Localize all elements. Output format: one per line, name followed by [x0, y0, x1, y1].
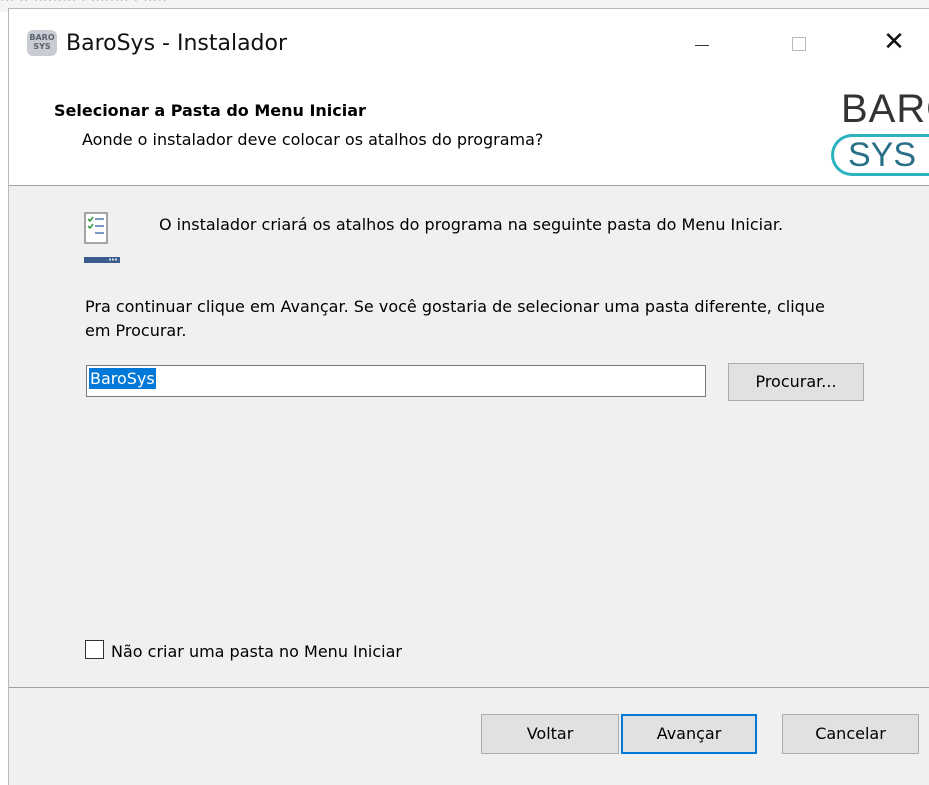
next-button[interactable]: Avançar — [621, 714, 757, 754]
cancel-button[interactable]: Cancelar — [782, 714, 919, 754]
window-title: BaroSys - Instalador — [66, 31, 288, 56]
minimize-icon[interactable] — [679, 23, 725, 63]
instruction-text: Pra continuar clique em Avançar. Se você… — [85, 297, 825, 340]
close-icon[interactable]: ✕ — [871, 23, 917, 63]
page-title: Selecionar a Pasta do Menu Iniciar — [54, 101, 366, 120]
logo-text-top: BARO — [841, 87, 929, 131]
browse-button[interactable]: Procurar... — [728, 363, 864, 401]
back-button[interactable]: Voltar — [481, 714, 619, 754]
no-folder-checkbox[interactable] — [85, 640, 104, 659]
app-icon: BARO SYS — [27, 30, 57, 56]
maximize-icon[interactable] — [775, 23, 821, 63]
info-text: O instalador criará os atalhos do progra… — [159, 215, 784, 234]
wizard-header: Selecionar a Pasta do Menu Iniciar Aonde… — [9, 77, 929, 186]
installer-window: BARO SYS BaroSys - Instalador ✕ Selecion… — [8, 8, 929, 785]
title-bar[interactable]: BARO SYS BaroSys - Instalador ✕ — [9, 9, 929, 77]
folder-name-input[interactable]: BaroSys — [86, 365, 706, 397]
no-folder-checkbox-label[interactable]: Não criar uma pasta no Menu Iniciar — [111, 640, 402, 664]
footer-divider — [9, 687, 929, 688]
start-menu-folder-icon — [84, 212, 120, 263]
page-subtitle: Aonde o instalador deve colocar os atalh… — [82, 130, 544, 149]
logo-text-bottom: SYS — [831, 134, 929, 176]
folder-name-value: BaroSys — [89, 368, 156, 389]
barosys-logo: BARO SYS — [831, 87, 929, 177]
